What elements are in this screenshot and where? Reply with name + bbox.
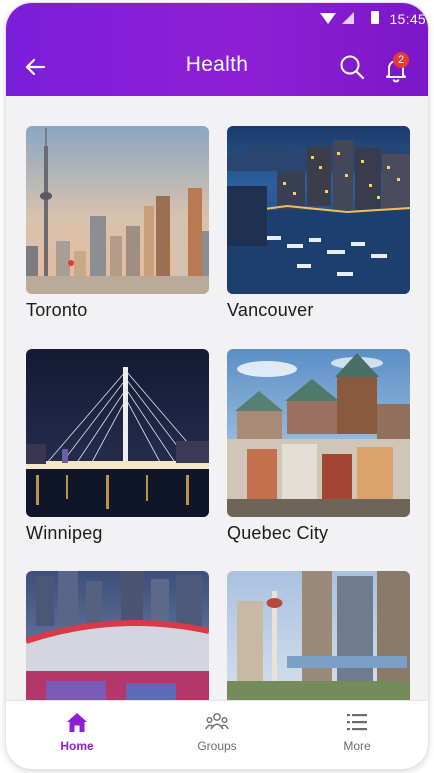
city-photo-toronto xyxy=(26,126,209,294)
battery-icon xyxy=(371,11,379,24)
city-name-quebec-city: Quebec City xyxy=(227,523,329,543)
wifi-icon xyxy=(320,13,336,24)
status-bar: 15:45 xyxy=(288,3,428,33)
city-card-winnipeg[interactable]: Winnipeg xyxy=(26,349,209,544)
city-name-winnipeg: Winnipeg xyxy=(26,523,103,543)
app-bar: 15:45 Health 2 xyxy=(6,3,428,96)
city-card-vancouver[interactable]: Vancouver xyxy=(227,126,410,321)
city-photo-vancouver xyxy=(227,126,410,294)
city-grid: Toronto Vancouver Winnipeg Quebec City xyxy=(6,96,428,700)
menu-icon xyxy=(347,714,367,731)
search-button[interactable] xyxy=(338,53,366,81)
city-photo-6 xyxy=(227,571,410,700)
city-photo-quebec-city xyxy=(227,349,410,517)
tab-more-label: More xyxy=(343,739,371,753)
groups-icon xyxy=(205,713,229,730)
search-icon xyxy=(340,55,365,80)
city-card-5[interactable] xyxy=(26,571,209,700)
tab-groups-label: Groups xyxy=(197,739,237,753)
city-card-toronto[interactable]: Toronto xyxy=(26,126,209,321)
phone-frame: 15:45 Health 2 Toronto Vancouver Winnipe… xyxy=(6,3,428,769)
tab-groups[interactable]: Groups xyxy=(147,701,287,769)
tab-home[interactable]: Home xyxy=(7,701,147,769)
city-photo-5 xyxy=(26,571,209,700)
notification-badge: 2 xyxy=(393,52,409,68)
tab-home-label: Home xyxy=(60,739,94,753)
signal-icon xyxy=(342,12,354,24)
city-photo-winnipeg xyxy=(26,349,209,517)
home-icon xyxy=(67,713,87,732)
city-card-6[interactable] xyxy=(227,571,410,700)
status-time: 15:45 xyxy=(389,11,426,27)
bottom-tab-bar: Home Groups More xyxy=(6,700,428,769)
city-name-toronto: Toronto xyxy=(26,300,88,320)
city-name-vancouver: Vancouver xyxy=(227,300,314,320)
city-card-quebec-city[interactable]: Quebec City xyxy=(227,349,410,544)
tab-more[interactable]: More xyxy=(287,701,427,769)
